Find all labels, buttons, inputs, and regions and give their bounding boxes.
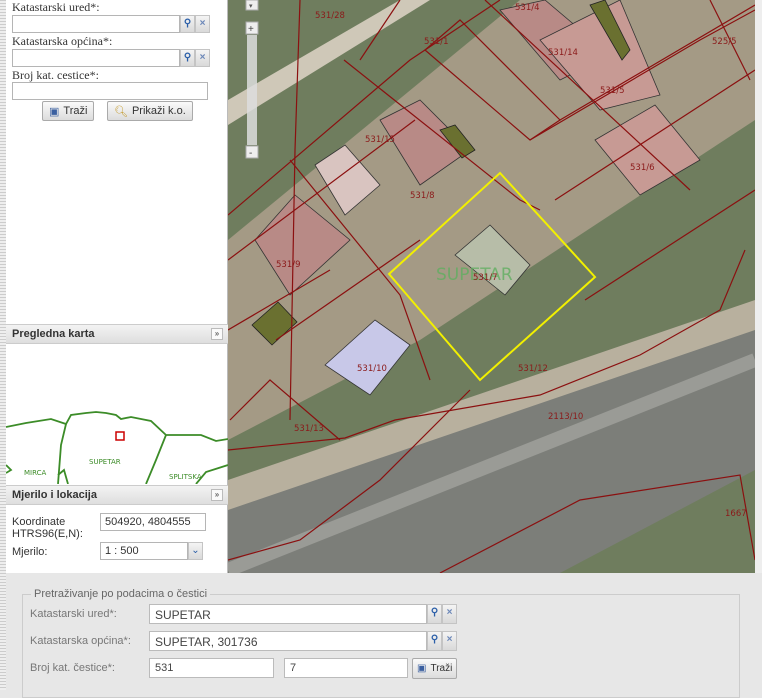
parcel-label[interactable]: 531/6 bbox=[630, 163, 655, 173]
parcel-label[interactable]: 531/28 bbox=[315, 11, 345, 21]
municipality-search-icon[interactable]: ⚲ bbox=[180, 49, 195, 67]
parcel-input[interactable] bbox=[12, 82, 208, 100]
parcel-label[interactable]: 531/13 bbox=[294, 424, 324, 434]
magnifier-icon: 🔍︎ bbox=[114, 105, 128, 118]
svg-text:-: - bbox=[249, 148, 252, 159]
coords-label-line: HTRS96(E,N): bbox=[12, 528, 83, 540]
show-ko-button-label: Prikaži k.o. bbox=[131, 105, 186, 117]
scale-select[interactable]: 1 : 500 bbox=[100, 542, 188, 560]
office-label: Katastarski ured*: bbox=[12, 0, 100, 14]
scale-location-header[interactable]: Mjerilo i lokacija » bbox=[6, 485, 228, 505]
parcel-label[interactable]: 531/15 bbox=[365, 135, 395, 145]
binoculars-icon: ▣ bbox=[417, 663, 427, 674]
scale-location-title: Mjerilo i lokacija bbox=[12, 489, 97, 501]
parcel-label[interactable]: 531/7 bbox=[473, 273, 498, 283]
parcel-label[interactable]: 531/4 bbox=[515, 3, 540, 13]
parcel-search-legend: Pretraživanje po podacima o čestici bbox=[34, 588, 208, 600]
municipality-input[interactable]: SUPETAR, 301736 bbox=[149, 631, 427, 651]
office-input[interactable] bbox=[12, 15, 180, 33]
overview-header[interactable]: Pregledna karta » bbox=[6, 324, 228, 344]
municipality-search-icon[interactable]: ⚲ bbox=[427, 631, 442, 651]
coords-label-line: Koordinate bbox=[12, 516, 66, 528]
parcel-label[interactable]: 2113/10 bbox=[548, 412, 583, 422]
coords-label: Koordinate HTRS96(E,N): bbox=[12, 516, 83, 540]
coords-input[interactable]: 504920, 4804555 bbox=[100, 513, 206, 531]
cadastral-map[interactable]: SUPETAR 531/28 531/4 531/1 531/14 525/5 … bbox=[228, 0, 755, 573]
left-panel: Katastarski ured*: ⚲ × Katastarska općin… bbox=[6, 0, 228, 573]
parcel-sub-input[interactable]: 7 bbox=[284, 658, 408, 678]
location-marker-icon bbox=[115, 431, 125, 441]
office-search-icon[interactable]: ⚲ bbox=[427, 604, 442, 624]
municipality-label: Katastarska općina*: bbox=[12, 34, 113, 48]
parcel-label[interactable]: 531/12 bbox=[518, 364, 548, 374]
office-clear-icon[interactable]: × bbox=[442, 604, 457, 624]
municipality-clear-icon[interactable]: × bbox=[442, 631, 457, 651]
svg-text:+: + bbox=[248, 24, 254, 35]
place-label: MIRCA bbox=[24, 469, 47, 477]
parcel-label[interactable]: 531/14 bbox=[548, 48, 578, 58]
parcel-main-input[interactable]: 531 bbox=[149, 658, 274, 678]
parcel-label[interactable]: 531/5 bbox=[600, 86, 625, 96]
svg-text:▾: ▾ bbox=[249, 3, 253, 10]
search-button[interactable]: ▣ Traži bbox=[42, 101, 95, 121]
municipality-clear-icon[interactable]: × bbox=[195, 49, 210, 67]
scale-label: Mjerilo: bbox=[12, 546, 48, 558]
place-label: SPLITSKA bbox=[169, 473, 202, 481]
office-clear-icon[interactable]: × bbox=[195, 15, 210, 33]
parcel-label[interactable]: 525/5 bbox=[712, 37, 737, 47]
parcel-label[interactable]: 531/9 bbox=[276, 260, 301, 270]
office-search-icon[interactable]: ⚲ bbox=[180, 15, 195, 33]
parcel-search-button[interactable]: ▣ Traži bbox=[412, 658, 458, 679]
show-ko-button[interactable]: 🔍︎ Prikaži k.o. bbox=[107, 101, 193, 121]
overview-title: Pregledna karta bbox=[12, 328, 95, 340]
parcel-label[interactable]: 531/1 bbox=[424, 37, 449, 47]
zoom-slider[interactable] bbox=[247, 35, 257, 145]
map-edge bbox=[755, 0, 762, 573]
municipality-input[interactable] bbox=[12, 49, 180, 67]
collapse-icon[interactable]: » bbox=[211, 328, 223, 340]
parcel-label[interactable]: 531/10 bbox=[357, 364, 387, 374]
parcel-search-button-label: Traži bbox=[430, 663, 453, 674]
binoculars-icon: ▣ bbox=[49, 105, 60, 118]
parcel-label: Broj kat. cestice*: bbox=[12, 68, 99, 82]
place-label: SUPETAR bbox=[89, 458, 121, 466]
collapse-icon[interactable]: » bbox=[211, 489, 223, 501]
parcel-label: Broj kat. čestice*: bbox=[30, 662, 115, 674]
office-label: Katastarski ured*: bbox=[30, 608, 117, 620]
chevron-down-icon[interactable]: ⌄ bbox=[188, 542, 203, 560]
office-input[interactable]: SUPETAR bbox=[149, 604, 427, 624]
parcel-label[interactable]: 531/8 bbox=[410, 191, 435, 201]
search-button-label: Traži bbox=[63, 105, 88, 117]
overview-map[interactable]: MIRCA SUPETAR SPLITSKA bbox=[6, 345, 228, 484]
municipality-label: Katastarska općina*: bbox=[30, 635, 131, 647]
parcel-label[interactable]: 1667 bbox=[725, 509, 747, 519]
